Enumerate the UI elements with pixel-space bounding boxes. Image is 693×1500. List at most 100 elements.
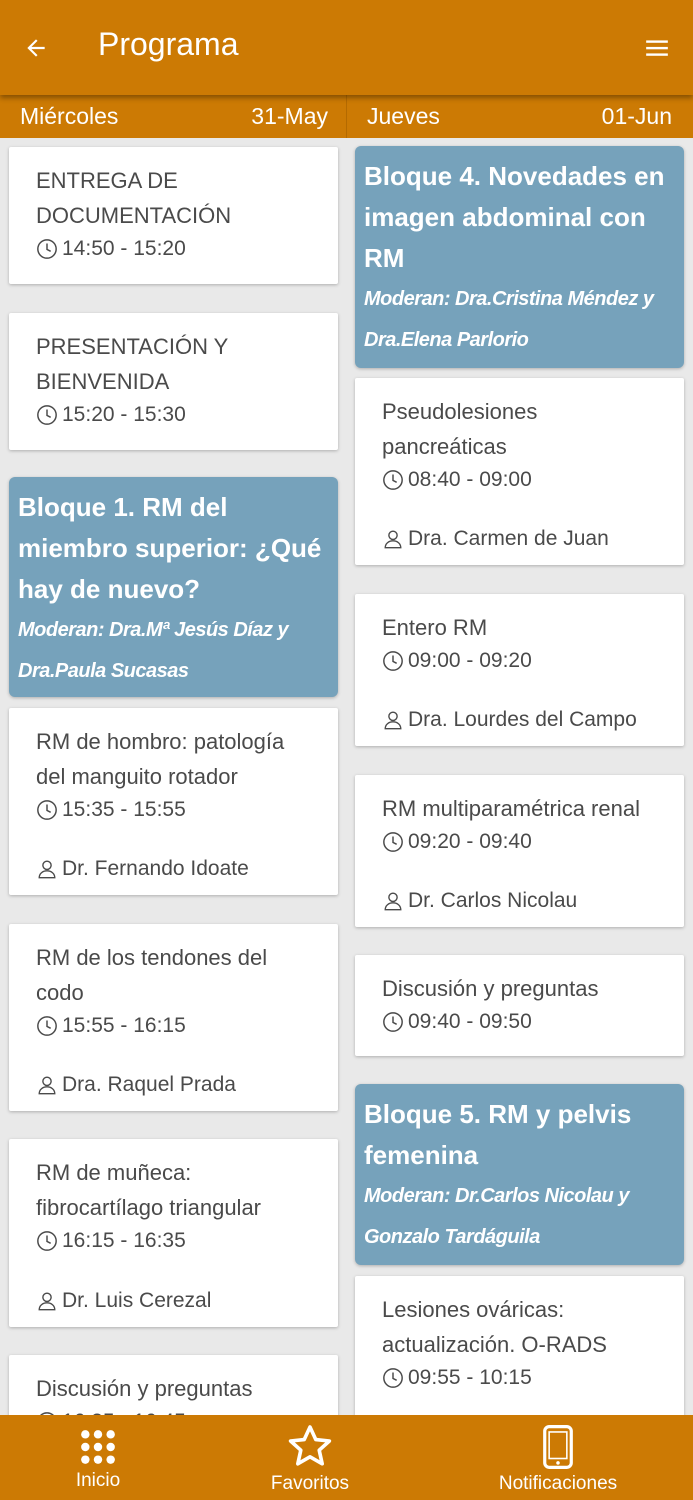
talk-time: 15:35 - 15:55 — [36, 795, 311, 825]
day-date: 31-May — [251, 103, 328, 129]
talk-card[interactable]: Lesiones ováricas: actualización. O-RADS… — [355, 1276, 684, 1415]
clock-icon — [37, 1231, 57, 1251]
block-title: Bloque 1. RM del — [18, 492, 228, 522]
talk-speaker: Dra. Carmen de Juan — [382, 527, 609, 551]
smartphone-icon — [543, 1425, 573, 1469]
nav-inicio[interactable]: Inicio — [58, 1415, 138, 1500]
talk-title: RM multiparamétrica renal — [382, 796, 640, 821]
talk-card[interactable]: RM multiparamétrica renal 09:20 - 09:40 … — [355, 775, 684, 927]
grid-dots-icon — [81, 1430, 115, 1464]
session-title: DOCUMENTACIÓN — [36, 203, 232, 228]
clock-icon — [37, 1016, 57, 1036]
talk-card[interactable]: RM de hombro: patología del manguito rot… — [9, 708, 338, 895]
block-moderators: Gonzalo Tardáguila — [364, 1226, 540, 1248]
talk-time: 16:35 - 16:45 — [36, 1407, 311, 1415]
clock-icon — [37, 800, 57, 820]
clock-icon — [37, 405, 57, 425]
session-title: ENTREGA DE — [36, 168, 178, 193]
session-card[interactable]: ENTREGA DE DOCUMENTACIÓN 14:50 - 15:20 — [9, 147, 338, 284]
talk-title: RM de muñeca: — [36, 1160, 192, 1185]
hamburger-menu-icon — [646, 40, 668, 56]
day-name: Miércoles — [20, 103, 119, 129]
bottom-navigation: Inicio Favoritos Notificaciones — [0, 1415, 693, 1500]
nav-notificaciones[interactable]: Notificaciones — [493, 1415, 623, 1500]
menu-button[interactable] — [641, 32, 673, 64]
person-icon — [38, 1076, 56, 1095]
block-title: imagen abdominal con — [364, 202, 646, 232]
clock-icon — [383, 470, 403, 490]
person-icon — [384, 711, 402, 730]
block-title: Bloque 5. RM y pelvis — [364, 1099, 632, 1129]
talk-time: 08:40 - 09:00 — [382, 465, 657, 495]
talk-card[interactable]: Discusión y preguntas 09:40 - 09:50 — [355, 955, 684, 1056]
session-time: 15:20 - 15:30 — [36, 400, 311, 430]
block-moderators: Moderan: Dra.Mª Jesús Díaz y — [18, 619, 289, 641]
block-title: hay de nuevo? — [18, 574, 201, 604]
day-date: 01-Jun — [601, 103, 672, 129]
block-header[interactable]: Bloque 1. RM del miembro superior: ¿Qué … — [9, 477, 338, 697]
block-moderators: Moderan: Dr.Carlos Nicolau y — [364, 1185, 629, 1207]
schedule-column-thursday[interactable]: Bloque 4. Novedades en imagen abdominal … — [346, 138, 693, 1415]
block-title: miembro superior: ¿Qué — [18, 533, 322, 563]
talk-time: 09:55 - 10:15 — [382, 1363, 657, 1393]
session-time: 14:50 - 15:20 — [36, 234, 311, 264]
day-header-row: Miércoles 31-May Jueves 01-Jun — [0, 95, 693, 138]
talk-title: codo — [36, 980, 84, 1005]
talk-time: 15:55 - 16:15 — [36, 1011, 311, 1041]
nav-favoritos[interactable]: Favoritos — [262, 1415, 358, 1500]
talk-time: 09:20 - 09:40 — [382, 827, 657, 857]
talk-title: Discusión y preguntas — [382, 976, 599, 1001]
clock-icon — [383, 1012, 403, 1032]
schedule-column-wednesday[interactable]: ENTREGA DE DOCUMENTACIÓN 14:50 - 15:20 P… — [0, 138, 346, 1415]
person-icon — [38, 1292, 56, 1311]
talk-title: Discusión y preguntas — [36, 1376, 253, 1401]
session-card[interactable]: PRESENTACIÓN Y BIENVENIDA 15:20 - 15:30 — [9, 313, 338, 450]
talk-speaker: Dr. Fernando Idoate — [36, 857, 249, 881]
talk-time: 16:15 - 16:35 — [36, 1226, 311, 1256]
talk-title: pancreáticas — [382, 434, 507, 459]
person-icon — [384, 530, 402, 549]
talk-title: actualización. O-RADS — [382, 1332, 607, 1357]
day-name: Jueves — [367, 103, 440, 129]
nav-label: Inicio — [75, 1470, 121, 1491]
back-button[interactable] — [18, 30, 54, 66]
nav-label: Favoritos — [270, 1473, 350, 1494]
talk-title: fibrocartílago triangular — [36, 1195, 262, 1220]
talk-title: RM de los tendones del — [36, 945, 268, 970]
talk-speaker: Dr. Luis Cerezal — [36, 1289, 211, 1313]
day-header-thursday: Jueves 01-Jun — [346, 95, 692, 138]
block-moderators: Dra.Paula Sucasas — [18, 660, 189, 682]
star-icon — [288, 1425, 332, 1466]
nav-label: Notificaciones — [498, 1473, 618, 1494]
talk-speaker: Dr. Carlos Nicolau — [382, 889, 577, 913]
block-header[interactable]: Bloque 5. RM y pelvis femenina Moderan: … — [355, 1084, 684, 1265]
talk-card[interactable]: RM de los tendones del codo 15:55 - 16:1… — [9, 924, 338, 1111]
talk-time: 09:40 - 09:50 — [382, 1007, 657, 1037]
talk-title: Lesiones ováricas: — [382, 1297, 565, 1322]
clock-icon — [37, 239, 57, 259]
talk-speaker: Dra. Raquel Prada — [36, 1073, 236, 1097]
clock-icon — [383, 832, 403, 852]
day-header-wednesday: Miércoles 31-May — [0, 95, 346, 138]
page-title: Programa — [98, 26, 239, 62]
person-icon — [38, 860, 56, 879]
session-title: PRESENTACIÓN Y — [36, 334, 229, 359]
clock-icon — [383, 651, 403, 671]
talk-card[interactable]: RM de muñeca: fibrocartílago triangular … — [9, 1139, 338, 1327]
block-moderators: Dra.Elena Parlorio — [364, 329, 529, 351]
block-title: femenina — [364, 1140, 479, 1170]
talk-speaker: Dra. Lourdes del Campo — [382, 708, 637, 732]
person-icon — [384, 892, 402, 911]
block-title: Bloque 4. Novedades en — [364, 161, 665, 191]
talk-card[interactable]: Entero RM 09:00 - 09:20 Dra. Lourdes del… — [355, 594, 684, 746]
block-moderators: Moderan: Dra.Cristina Méndez y — [364, 288, 654, 310]
talk-title: Entero RM — [382, 615, 488, 640]
session-title: BIENVENIDA — [36, 369, 170, 394]
block-title: RM — [364, 243, 405, 273]
block-header[interactable]: Bloque 4. Novedades en imagen abdominal … — [355, 146, 684, 368]
talk-card[interactable]: Discusión y preguntas 16:35 - 16:45 — [9, 1355, 338, 1415]
talk-title: Pseudolesiones — [382, 399, 538, 424]
talk-title: del manguito rotador — [36, 764, 238, 789]
talk-card[interactable]: Pseudolesiones pancreáticas 08:40 - 09:0… — [355, 378, 684, 565]
clock-icon — [383, 1368, 403, 1388]
